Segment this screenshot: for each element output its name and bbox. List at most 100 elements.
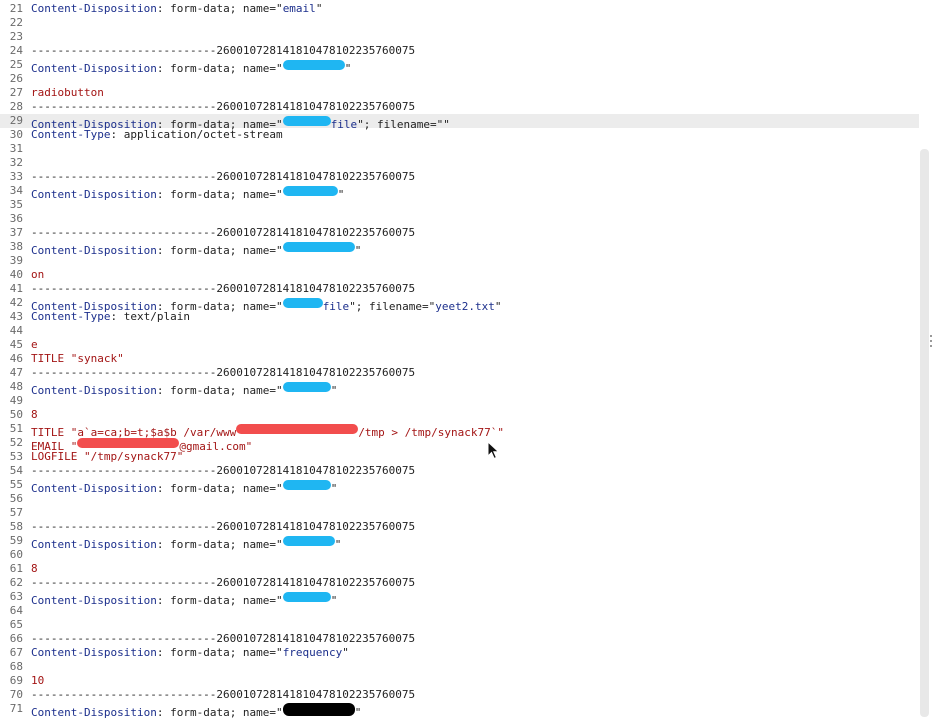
line-number: 31	[9, 142, 23, 155]
code-line[interactable]: 70 ----------------------------2600107281…	[0, 688, 919, 702]
code-line[interactable]: 22	[0, 16, 919, 30]
line-number: 70	[9, 688, 23, 701]
line-number: 54	[9, 464, 23, 477]
code-line[interactable]: 60	[0, 548, 919, 562]
redaction-mark	[77, 436, 180, 450]
redaction-blot	[236, 424, 359, 434]
code-line[interactable]: 58 ----------------------------2600107281…	[0, 520, 919, 534]
line-text: Content-Disposition: form-data; name="fr…	[31, 646, 349, 660]
line-number: 49	[9, 394, 23, 407]
code-line[interactable]: 48 Content-Disposition: form-data; name="…	[0, 380, 919, 397]
line-number: 55	[9, 478, 23, 491]
code-line[interactable]: 37 ----------------------------2600107281…	[0, 226, 919, 240]
code-line[interactable]: 38 Content-Disposition: form-data; name="…	[0, 240, 919, 257]
mouse-pointer-icon	[487, 441, 500, 460]
code-line[interactable]: 50 8	[0, 408, 919, 422]
http-request-editor[interactable]: 21 Content-Disposition: form-data; name="…	[0, 0, 919, 719]
code-line[interactable]: 68	[0, 660, 919, 674]
code-line[interactable]: 36	[0, 212, 919, 226]
code-line[interactable]: 56	[0, 492, 919, 506]
code-line[interactable]: 40 on	[0, 268, 919, 282]
code-line[interactable]: 21 Content-Disposition: form-data; name="…	[0, 2, 919, 16]
vertical-scrollbar-thumb[interactable]	[920, 149, 929, 717]
body-value: 8	[31, 408, 38, 421]
text-fragment: ----------------------------260010728141…	[31, 170, 416, 183]
line-number: 51	[9, 422, 23, 435]
code-line[interactable]: 26	[0, 72, 919, 86]
code-line[interactable]: 47 ----------------------------2600107281…	[0, 366, 919, 380]
line-number: 39	[9, 254, 23, 267]
code-line[interactable]: 52 EMAIL " @gmail.com"	[0, 436, 919, 453]
code-line[interactable]: 39	[0, 254, 919, 268]
code-line[interactable]: 41 ----------------------------2600107281…	[0, 282, 919, 296]
code-line[interactable]: 57	[0, 506, 919, 520]
code-line[interactable]: 46 TITLE "synack"	[0, 352, 919, 366]
redaction-blot	[282, 703, 355, 716]
code-line[interactable]: 61 8	[0, 562, 919, 576]
code-line[interactable]: 34 Content-Disposition: form-data; name="…	[0, 184, 919, 201]
line-number: 37	[9, 226, 23, 239]
code-line[interactable]: 71 Content-Disposition: form-data; name="…	[0, 702, 919, 719]
text-fragment: : form-data; name="	[156, 2, 283, 15]
text-fragment: ----------------------------260010728141…	[31, 226, 416, 239]
text-fragment: "	[354, 706, 362, 719]
line-number: 46	[9, 352, 23, 365]
text-fragment: : form-data; name="	[156, 646, 283, 659]
line-number: 32	[9, 156, 23, 169]
code-line[interactable]: 23	[0, 30, 919, 44]
code-line[interactable]: 67 Content-Disposition: form-data; name="…	[0, 646, 919, 660]
line-text: ----------------------------260010728141…	[31, 100, 415, 114]
code-line[interactable]: 66 ----------------------------2600107281…	[0, 632, 919, 646]
code-line[interactable]: 62 ----------------------------2600107281…	[0, 576, 919, 590]
code-line[interactable]: 53 LOGFILE "/tmp/synack77"	[0, 450, 919, 464]
line-number: 59	[9, 534, 23, 547]
line-text: 8	[31, 408, 38, 422]
body-value: 10	[31, 674, 45, 687]
code-line[interactable]: 42 Content-Disposition: form-data; name="…	[0, 296, 919, 313]
code-lines: 21 Content-Disposition: form-data; name="…	[0, 2, 919, 719]
code-line[interactable]: 44	[0, 324, 919, 338]
code-line[interactable]: 63 Content-Disposition: form-data; name="…	[0, 590, 919, 607]
line-number: 63	[9, 590, 23, 603]
code-line[interactable]: 28 ----------------------------2600107281…	[0, 100, 919, 114]
line-text: ----------------------------260010728141…	[31, 576, 415, 590]
code-line[interactable]: 59 Content-Disposition: form-data; name="…	[0, 534, 919, 551]
redaction-mark	[282, 240, 355, 254]
code-line[interactable]: 64	[0, 604, 919, 618]
line-number: 60	[9, 548, 23, 561]
redaction-blot	[282, 116, 331, 126]
code-line[interactable]: 25 Content-Disposition: form-data; name="…	[0, 58, 919, 75]
code-line[interactable]: 65	[0, 618, 919, 632]
line-number: 65	[9, 618, 23, 631]
redaction-mark	[236, 422, 359, 436]
code-line[interactable]: 43 Content-Type: text/plain	[0, 310, 919, 324]
code-line[interactable]: 54 ----------------------------2600107281…	[0, 464, 919, 478]
code-line[interactable]: 29 Content-Disposition: form-data; name="…	[0, 114, 919, 131]
code-line[interactable]: 33 ----------------------------2600107281…	[0, 170, 919, 184]
code-line[interactable]: 32	[0, 156, 919, 170]
line-number: 52	[9, 436, 23, 449]
drag-grip-icon[interactable]	[930, 335, 933, 349]
text-fragment: ----------------------------260010728141…	[31, 688, 416, 701]
code-line[interactable]: 55 Content-Disposition: form-data; name="…	[0, 478, 919, 495]
line-text: TITLE "synack"	[31, 352, 124, 366]
header-name: Content-Disposition	[31, 706, 157, 719]
code-line[interactable]: 51 TITLE "a`a=ca;b=t;$a$b /var/www/tmp > …	[0, 422, 919, 439]
code-line[interactable]: 49	[0, 394, 919, 408]
code-line[interactable]: 27 radiobutton	[0, 86, 919, 100]
line-number: 36	[9, 212, 23, 225]
line-number: 56	[9, 492, 23, 505]
code-line[interactable]: 45 e	[0, 338, 919, 352]
redaction-blot	[282, 186, 338, 196]
body-value: LOGFILE "/tmp/synack77"	[31, 450, 184, 463]
code-line[interactable]: 69 10	[0, 674, 919, 688]
line-text: ----------------------------260010728141…	[31, 366, 415, 380]
line-number: 27	[9, 86, 23, 99]
body-value: TITLE "synack"	[31, 352, 124, 365]
code-line[interactable]: 35	[0, 198, 919, 212]
line-number: 68	[9, 660, 23, 673]
code-line[interactable]: 24 ----------------------------2600107281…	[0, 44, 919, 58]
code-line[interactable]: 31	[0, 142, 919, 156]
text-fragment: email	[282, 2, 316, 15]
code-line[interactable]: 30 Content-Type: application/octet-stream	[0, 128, 919, 142]
